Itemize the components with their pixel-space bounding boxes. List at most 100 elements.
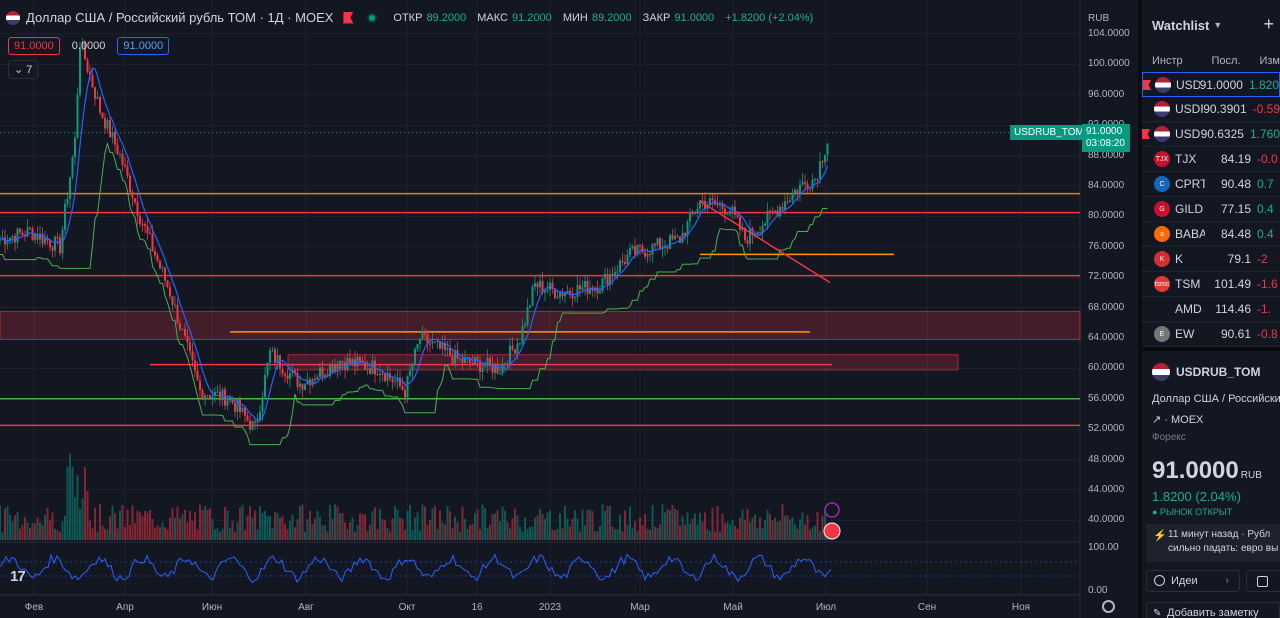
- watchlist-header[interactable]: Watchlist ▼ +: [1142, 0, 1280, 50]
- volume-bar: [234, 531, 236, 540]
- volume-bar: [464, 518, 466, 540]
- candle-body: [649, 253, 651, 255]
- row-change: -0.8: [1257, 327, 1278, 341]
- price-chart[interactable]: [0, 0, 1138, 618]
- row-change: 1.760: [1249, 127, 1280, 141]
- candle-body: [536, 283, 539, 288]
- ideas-button[interactable]: Идеи ›: [1146, 570, 1240, 592]
- volume-bar: [176, 506, 179, 540]
- red-flag-icon[interactable]: [343, 11, 354, 24]
- chart-area[interactable]: Доллар США / Российский рубль ТОМ · 1Д ·…: [0, 0, 1138, 618]
- volume-bar: [94, 507, 96, 540]
- candle-body: [179, 323, 181, 330]
- last-price-tag: 91.0000 03:08:20: [1082, 124, 1130, 152]
- volume-bar: [556, 528, 559, 540]
- candle-body: [451, 356, 454, 364]
- candle-body: [534, 283, 536, 287]
- gear-icon[interactable]: [1102, 600, 1115, 613]
- volume-bar: [769, 513, 771, 540]
- candle-body: [499, 373, 501, 375]
- ask-box[interactable]: 91.0000: [117, 37, 170, 55]
- watchlist-row[interactable]: a BABA 84.48 0.4: [1142, 222, 1280, 247]
- watchlist-row[interactable]: USDRUB_TOM91.0000 1.820: [1142, 72, 1280, 97]
- volume-bar: [366, 531, 369, 540]
- candle-body: [264, 375, 266, 397]
- volume-bar: [271, 528, 274, 540]
- volume-bar: [451, 527, 454, 540]
- watchlist-row[interactable]: USDRUB90.3901 -0.59: [1142, 97, 1280, 122]
- watchlist-row[interactable]: TJX TJX 84.19 -0.0: [1142, 147, 1280, 172]
- tradingview-logo-icon[interactable]: 17: [10, 568, 26, 585]
- volume-bar: [626, 524, 629, 540]
- news-item[interactable]: ⚡ 11 минут назад · Рубл сильно падать: е…: [1146, 524, 1280, 562]
- volume-bar: [106, 529, 109, 540]
- candle-body: [91, 75, 94, 88]
- volume-bar: [764, 520, 766, 540]
- volume-bar: [19, 528, 21, 540]
- bid-box[interactable]: 91.0000: [8, 37, 60, 55]
- candle-body: [524, 324, 526, 327]
- volume-bar: [169, 517, 171, 540]
- volume-bar: [774, 517, 776, 540]
- watchlist-list: USDRUB_TOM91.0000 1.820 USDRUB90.3901 -0.59…: [1142, 72, 1280, 347]
- candle-body: [271, 349, 274, 351]
- lightbulb-icon: [1154, 575, 1165, 586]
- volume-bar: [421, 504, 424, 540]
- y-tick-label: 96.0000: [1088, 88, 1125, 100]
- watchlist-row[interactable]: C CPRT 90.48 0.7: [1142, 172, 1280, 197]
- volume-bar: [174, 517, 176, 540]
- volume-bar: [636, 530, 639, 540]
- watchlist-row[interactable]: E EW 90.61 -0.8: [1142, 322, 1280, 347]
- watchlist-row[interactable]: USDRUB90.6325 1.760: [1142, 122, 1280, 147]
- volume-bar: [744, 519, 746, 540]
- volume-bar: [554, 530, 556, 540]
- watchlist-row[interactable]: G GILD 77.15 0.4: [1142, 197, 1280, 222]
- candle-body: [666, 246, 669, 249]
- volume-bar: [144, 510, 146, 540]
- market-status-icon: [367, 12, 378, 23]
- red-flag-icon[interactable]: [1142, 129, 1150, 139]
- volume-bar: [151, 518, 154, 540]
- candle-body: [566, 290, 569, 294]
- add-note-button[interactable]: ✎ Добавить заметку: [1146, 602, 1280, 618]
- copart-logo-icon: C: [1154, 176, 1170, 192]
- chevron-down-icon: ⌄: [14, 64, 27, 76]
- volume-bar: [281, 516, 284, 540]
- red-flag-icon[interactable]: [1143, 80, 1151, 90]
- currency-label[interactable]: RUB: [1088, 13, 1109, 24]
- volume-bar: [279, 517, 281, 540]
- plus-icon[interactable]: +: [1263, 14, 1274, 35]
- volume-bar: [719, 531, 721, 540]
- indicators-toggle[interactable]: ⌄ 7: [8, 60, 39, 79]
- candle-body: [701, 200, 704, 202]
- volume-bar: [539, 508, 541, 540]
- volume-bar: [526, 528, 529, 540]
- volume-bar: [789, 519, 791, 540]
- row-symbol: USDRUB: [1175, 102, 1203, 116]
- volume-bar: [571, 518, 574, 540]
- candle-body: [181, 329, 184, 331]
- row-symbol: BABA: [1175, 227, 1205, 241]
- watchlist-row[interactable]: tsmc TSM 101.49 -1.6: [1142, 272, 1280, 297]
- volume-bar: [599, 525, 601, 540]
- candle-body: [66, 198, 69, 204]
- candle-body: [786, 201, 789, 203]
- volume-bar: [301, 504, 304, 540]
- candle-body: [121, 153, 124, 165]
- candle-body: [341, 361, 344, 363]
- watchlist-row[interactable]: K K 79.1 -2: [1142, 247, 1280, 272]
- candle-body: [356, 356, 359, 367]
- pencil-icon: ✎: [1153, 608, 1162, 618]
- calendar-button[interactable]: [1246, 570, 1280, 592]
- candle-body: [381, 373, 384, 375]
- watchlist-row[interactable]: AMD 114.46 -1.: [1142, 297, 1280, 322]
- volume-bar: [569, 526, 571, 540]
- volume-bar: [666, 509, 669, 540]
- candle-body: [789, 200, 791, 202]
- candle-body: [799, 184, 801, 194]
- candle-body: [611, 274, 614, 276]
- candle-body: [376, 374, 379, 376]
- details-exchange[interactable]: ↗ · MOEX: [1152, 413, 1270, 426]
- volume-bar: [809, 529, 811, 540]
- volume-bar: [549, 510, 551, 540]
